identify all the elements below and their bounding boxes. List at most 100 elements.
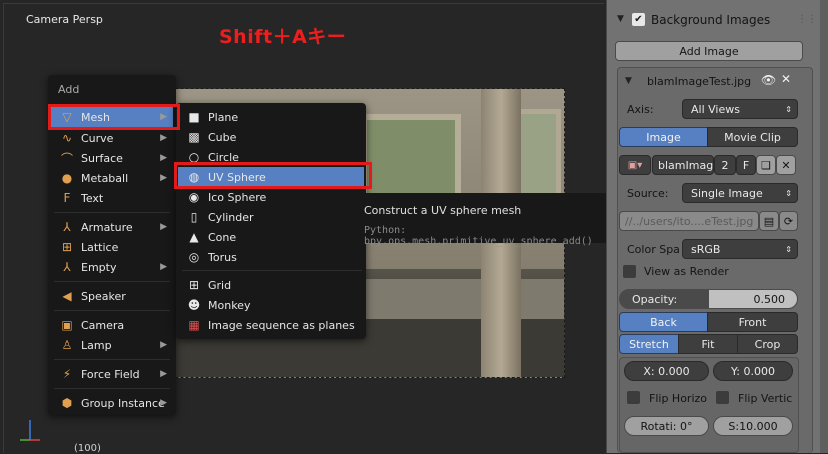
mesh-item-cone[interactable]: ▲ Cone <box>178 227 364 247</box>
highlight-box-uv-sphere <box>174 162 372 189</box>
menu-item-text[interactable]: F Text <box>51 188 173 208</box>
mesh-submenu: ■ Plane ▩ Cube ○ Circle ◍ UV Sphere ◉ Ic… <box>176 103 366 339</box>
size-field[interactable]: S:10.000 <box>713 416 793 436</box>
image-sequence-icon: ▦ <box>188 318 200 332</box>
x-offset-field[interactable]: X: 0.000 <box>624 361 709 381</box>
filepath-field[interactable]: //../users/ito....eTest.jpg <box>619 211 759 231</box>
menu-item-label: Lamp <box>81 338 112 352</box>
flip-vertical-checkbox[interactable] <box>716 391 729 404</box>
opacity-value: 0.500 <box>753 292 786 306</box>
menu-separator <box>54 212 170 213</box>
crop-toggle[interactable]: Crop <box>737 334 798 354</box>
ico-sphere-icon: ◉ <box>188 190 200 204</box>
properties-panel: ▼ ✔ Background Images ⋮⋮ Add Image ▼ bla… <box>606 0 828 453</box>
image-browse-button[interactable]: ▣▾ <box>619 155 651 175</box>
stretch-toggle[interactable]: Stretch <box>619 334 679 354</box>
dropdown-arrows-icon: ⇕ <box>785 188 792 198</box>
mesh-item-ico-sphere[interactable]: ◉ Ico Sphere <box>178 187 364 207</box>
monkey-icon: ☻ <box>187 298 201 312</box>
color-space-dropdown[interactable]: sRGB ⇕ <box>682 239 798 259</box>
menu-separator <box>54 388 170 389</box>
reload-icon[interactable]: ⟳ <box>779 211 798 231</box>
menu-item-label: Plane <box>208 110 239 124</box>
viewport-title: Camera Persp <box>26 13 103 26</box>
menu-item-label: Ico Sphere <box>208 190 267 204</box>
image-expand-triangle-icon[interactable]: ▼ <box>625 76 632 86</box>
mesh-item-torus[interactable]: ◎ Torus <box>178 247 364 267</box>
flip-horizontal-checkbox[interactable] <box>627 391 640 404</box>
menu-item-empty[interactable]: ⅄ Empty ▶ <box>51 257 173 277</box>
surface-icon: ⌒ <box>60 151 73 166</box>
menu-item-label: Armature <box>81 220 133 234</box>
tooltip-title: Construct a UV sphere mesh <box>364 204 522 217</box>
metaball-icon: ● <box>61 171 73 185</box>
highlight-box-mesh <box>48 104 180 130</box>
camera-icon: ▣ <box>61 318 73 332</box>
image-datablock-name[interactable]: blamImag <box>652 155 714 175</box>
folder-icon[interactable]: ▤ <box>759 211 779 231</box>
mesh-item-image-sequence[interactable]: ▦ Image sequence as planes <box>178 315 364 335</box>
fit-toggle[interactable]: Fit <box>678 334 738 354</box>
view-as-render-label: View as Render <box>644 265 729 278</box>
menu-item-lattice[interactable]: ⊞ Lattice <box>51 237 173 257</box>
add-image-button[interactable]: Add Image <box>615 41 803 61</box>
source-dropdown[interactable]: Single Image ⇕ <box>682 183 798 203</box>
menu-item-camera[interactable]: ▣ Camera <box>51 315 173 335</box>
menu-item-curve[interactable]: ∿ Curve ▶ <box>51 128 173 148</box>
menu-item-label: Cone <box>208 230 237 244</box>
mesh-item-plane[interactable]: ■ Plane <box>178 107 364 127</box>
open-file-icon[interactable]: ❏ <box>756 155 776 175</box>
view-as-render-checkbox[interactable] <box>623 265 636 278</box>
menu-item-label: Surface <box>81 151 123 165</box>
menu-separator <box>54 310 170 311</box>
eye-icon[interactable]: 👁 <box>761 73 776 87</box>
front-toggle[interactable]: Front <box>707 312 798 332</box>
frame-number: (100) <box>74 443 101 454</box>
menu-item-lamp[interactable]: ♙ Lamp ▶ <box>51 335 173 355</box>
background-images-header[interactable]: ▼ ✔ Background Images ⋮⋮ <box>607 8 817 32</box>
panel-scrollbar[interactable] <box>820 0 828 453</box>
group-instance-icon: ⬢ <box>61 396 73 410</box>
dropdown-arrows-icon: ⇕ <box>785 244 792 254</box>
menu-item-group-instance[interactable]: ⬢ Group Instance ▶ <box>51 393 173 413</box>
torus-icon: ◎ <box>188 250 200 264</box>
opacity-slider[interactable]: Opacity: 0.500 <box>619 289 798 309</box>
close-icon[interactable]: ✕ <box>781 72 791 86</box>
menu-item-label: Force Field <box>81 367 140 381</box>
tab-image[interactable]: Image <box>619 127 708 147</box>
tab-movie-clip[interactable]: Movie Clip <box>707 127 798 147</box>
menu-separator <box>182 270 362 271</box>
y-offset-field[interactable]: Y: 0.000 <box>713 361 793 381</box>
menu-item-force-field[interactable]: ⚡ Force Field ▶ <box>51 364 173 384</box>
plane-icon: ■ <box>188 110 200 124</box>
mesh-item-grid[interactable]: ⊞ Grid <box>178 275 364 295</box>
collapse-triangle-icon[interactable]: ▼ <box>617 14 624 24</box>
image-name-label: blamImageTest.jpg <box>647 75 752 88</box>
axis-value: All Views <box>691 102 740 116</box>
menu-item-label: Cylinder <box>208 210 254 224</box>
background-images-checkbox[interactable]: ✔ <box>632 13 645 26</box>
mesh-item-cube[interactable]: ▩ Cube <box>178 127 364 147</box>
menu-separator <box>54 281 170 282</box>
menu-item-label: Metaball <box>81 171 129 185</box>
datablock-users[interactable]: 2 <box>714 155 736 175</box>
drag-handle-icon[interactable]: ⋮⋮ <box>797 14 817 25</box>
menu-item-surface[interactable]: ⌒ Surface ▶ <box>51 148 173 168</box>
source-value: Single Image <box>691 186 763 200</box>
empty-icon: ⅄ <box>63 260 71 274</box>
mesh-item-monkey[interactable]: ☻ Monkey <box>178 295 364 315</box>
axis-dropdown[interactable]: All Views ⇕ <box>682 99 798 119</box>
menu-item-label: Lattice <box>81 240 119 254</box>
back-toggle[interactable]: Back <box>619 312 708 332</box>
cube-icon: ▩ <box>188 130 200 144</box>
menu-item-armature[interactable]: ⅄ Armature ▶ <box>51 217 173 237</box>
cone-icon: ▲ <box>189 230 199 244</box>
unlink-icon[interactable]: ✕ <box>776 155 796 175</box>
menu-item-metaball[interactable]: ● Metaball ▶ <box>51 168 173 188</box>
menu-item-label: Group Instance <box>81 396 165 410</box>
submenu-arrow-icon: ▶ <box>160 133 167 143</box>
fake-user-button[interactable]: F <box>736 155 756 175</box>
menu-item-speaker[interactable]: ◀ Speaker <box>51 286 173 306</box>
mesh-item-cylinder[interactable]: ▯ Cylinder <box>178 207 364 227</box>
rotation-field[interactable]: Rotati: 0° <box>624 416 709 436</box>
